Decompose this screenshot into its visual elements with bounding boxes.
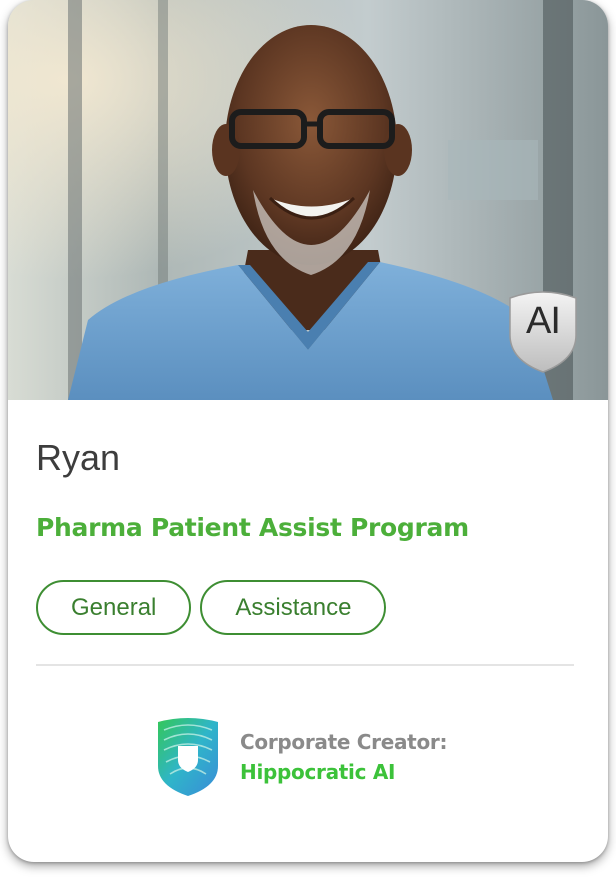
tag-general[interactable]: General — [36, 580, 192, 635]
ai-badge: AI — [510, 284, 576, 366]
agent-card[interactable]: AI Ryan Pharma Patient Assist Program Ge… — [8, 0, 608, 862]
shield-logo-icon — [158, 718, 218, 796]
creator-section: Corporate Creator: Hippocratic AI — [154, 716, 447, 798]
creator-name-link[interactable]: Hippocratic AI — [240, 760, 447, 784]
creator-text: Corporate Creator: Hippocratic AI — [240, 730, 447, 784]
profile-photo: AI — [8, 0, 608, 400]
creator-label: Corporate Creator: — [240, 730, 448, 754]
tag-list: General Assistance — [36, 580, 387, 635]
agent-name: Ryan — [36, 437, 121, 478]
divider — [36, 664, 574, 666]
program-title: Pharma Patient Assist Program — [36, 513, 469, 542]
tag-assistance[interactable]: Assistance — [200, 580, 387, 635]
ai-badge-label: AI — [526, 300, 561, 342]
